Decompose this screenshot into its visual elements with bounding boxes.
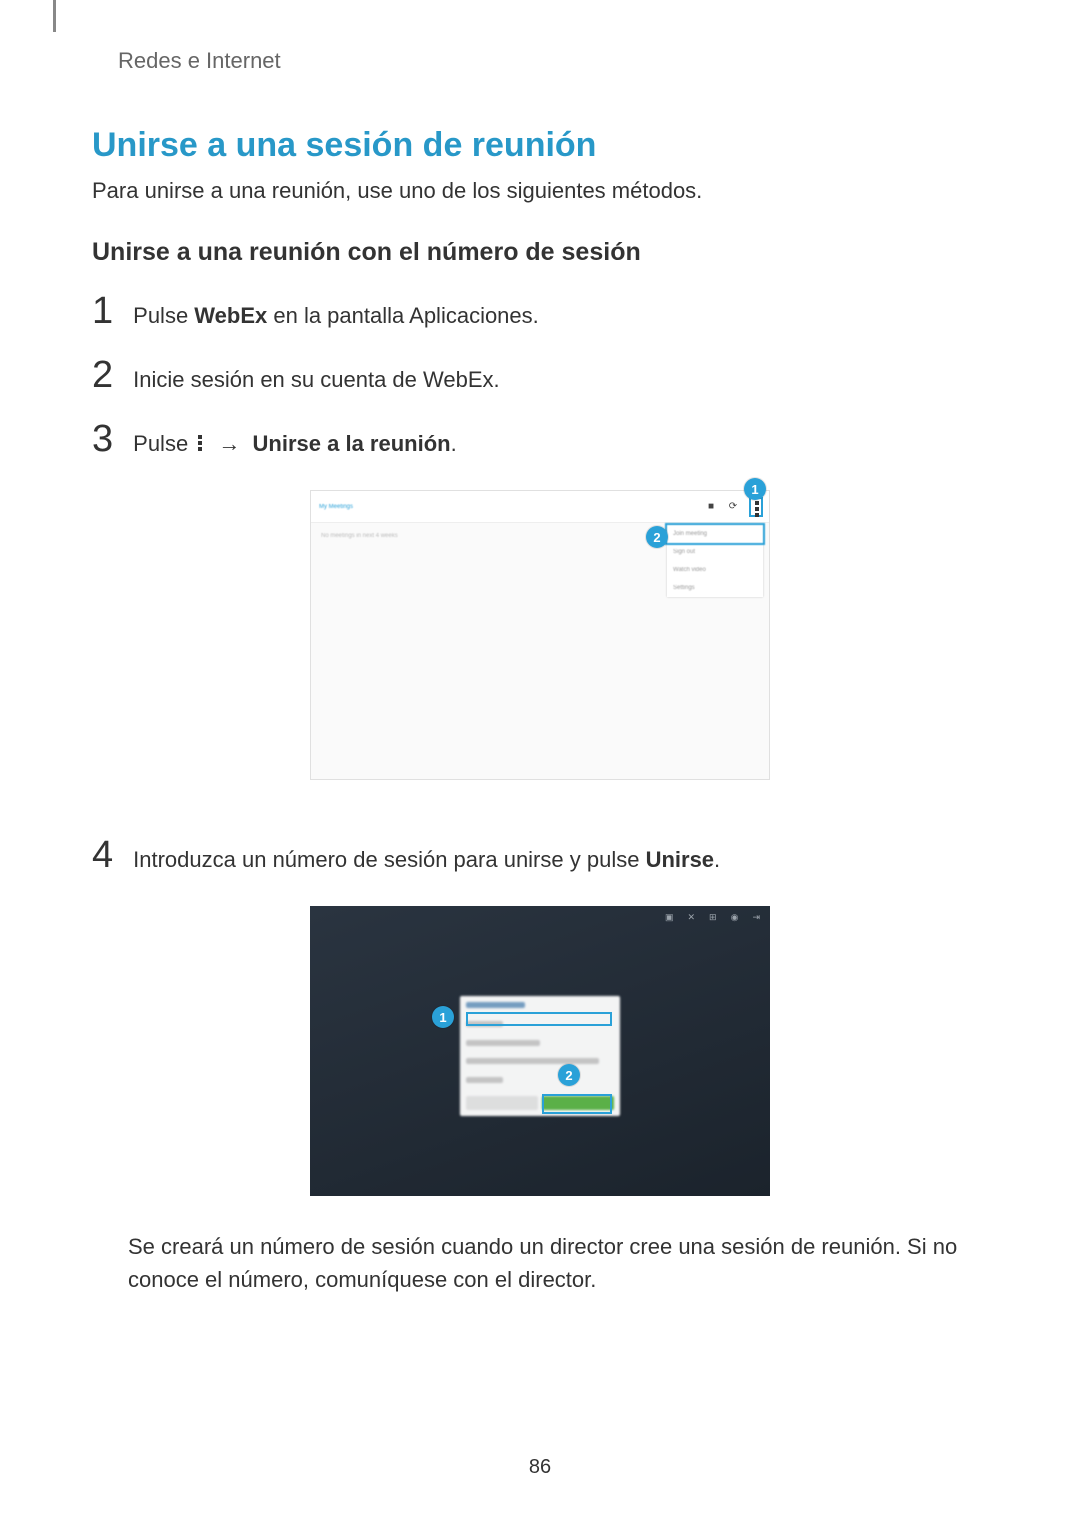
toolbar-icon: ⇥	[752, 912, 760, 923]
dialog-line	[466, 1077, 503, 1083]
subheading: Unirse a una reunión con el número de se…	[92, 238, 641, 267]
toolbar-icon: ◉	[731, 912, 739, 923]
join-button-highlight	[542, 1094, 612, 1114]
step-number: 1	[92, 292, 113, 330]
call-toolbar: ▣ ✕ ⊞ ◉ ⇥	[665, 912, 760, 923]
overflow-menu: Join meeting Sign out Watch video Settin…	[667, 525, 763, 597]
dialog-line	[466, 1002, 525, 1008]
toolbar-icon: ⊞	[709, 912, 717, 923]
page-number: 86	[0, 1456, 1080, 1479]
step-4: 4 Introduzca un número de sesión para un…	[92, 836, 720, 876]
menu-item-join-meeting-highlight: Join meeting	[665, 523, 765, 545]
square-icon: ■	[705, 501, 717, 513]
callout-2: 2	[558, 1064, 580, 1086]
step-number: 4	[92, 836, 113, 874]
page-title: Unirse a una sesión de reunión	[92, 126, 596, 165]
kebab-icon	[753, 501, 759, 513]
step-4-note: Se creará un número de sesión cuando un …	[128, 1230, 998, 1296]
step-bold: WebEx	[194, 303, 267, 328]
session-number-field-highlight	[466, 1012, 612, 1026]
arrow-icon: →	[212, 431, 246, 456]
dialog-line	[466, 1040, 540, 1046]
step-text: Introduzca un número de sesión para unir…	[133, 847, 645, 872]
cancel-button	[466, 1096, 538, 1110]
step-text: Pulse	[133, 303, 194, 328]
chapter-label: Redes e Internet	[118, 48, 281, 74]
step-number: 2	[92, 356, 113, 394]
toolbar-icon: ▣	[665, 912, 674, 923]
step-text: Pulse	[133, 431, 194, 456]
step-text: Inicie sesión en su cuenta de WebEx.	[133, 358, 499, 396]
step-1: 1 Pulse WebEx en la pantalla Aplicacione…	[92, 292, 539, 332]
callout-1: 1	[744, 478, 766, 500]
intro-text: Para unirse a una reunión, use uno de lo…	[92, 178, 702, 204]
step-number: 3	[92, 420, 113, 458]
step-text: .	[451, 431, 457, 456]
screenshot-join-dialog: ▣ ✕ ⊞ ◉ ⇥	[310, 906, 770, 1196]
titlebar: My Meetings ■ ⟳	[311, 491, 769, 523]
step-text: en la pantalla Aplicaciones.	[267, 303, 539, 328]
step-2: 2 Inicie sesión en su cuenta de WebEx.	[92, 356, 500, 396]
callout-2: 2	[646, 526, 668, 548]
refresh-icon: ⟳	[727, 501, 739, 513]
screenshot-meetings-list: My Meetings ■ ⟳ No meetings in next 4 we…	[310, 490, 770, 780]
menu-item: Settings	[667, 579, 763, 597]
step-3: 3 Pulse → Unirse a la reunión.	[92, 420, 457, 460]
menu-item: Watch video	[667, 561, 763, 579]
callout-1: 1	[432, 1006, 454, 1028]
toolbar-icon: ✕	[688, 912, 696, 923]
step-bold: Unirse	[646, 847, 714, 872]
step-bold: Unirse a la reunión	[253, 431, 451, 456]
screen-title: My Meetings	[317, 504, 353, 510]
step-text: .	[714, 847, 720, 872]
menu-item: Sign out	[667, 543, 763, 561]
dialog-line	[466, 1058, 599, 1064]
kebab-icon	[196, 435, 204, 455]
binding-bar	[53, 0, 56, 32]
